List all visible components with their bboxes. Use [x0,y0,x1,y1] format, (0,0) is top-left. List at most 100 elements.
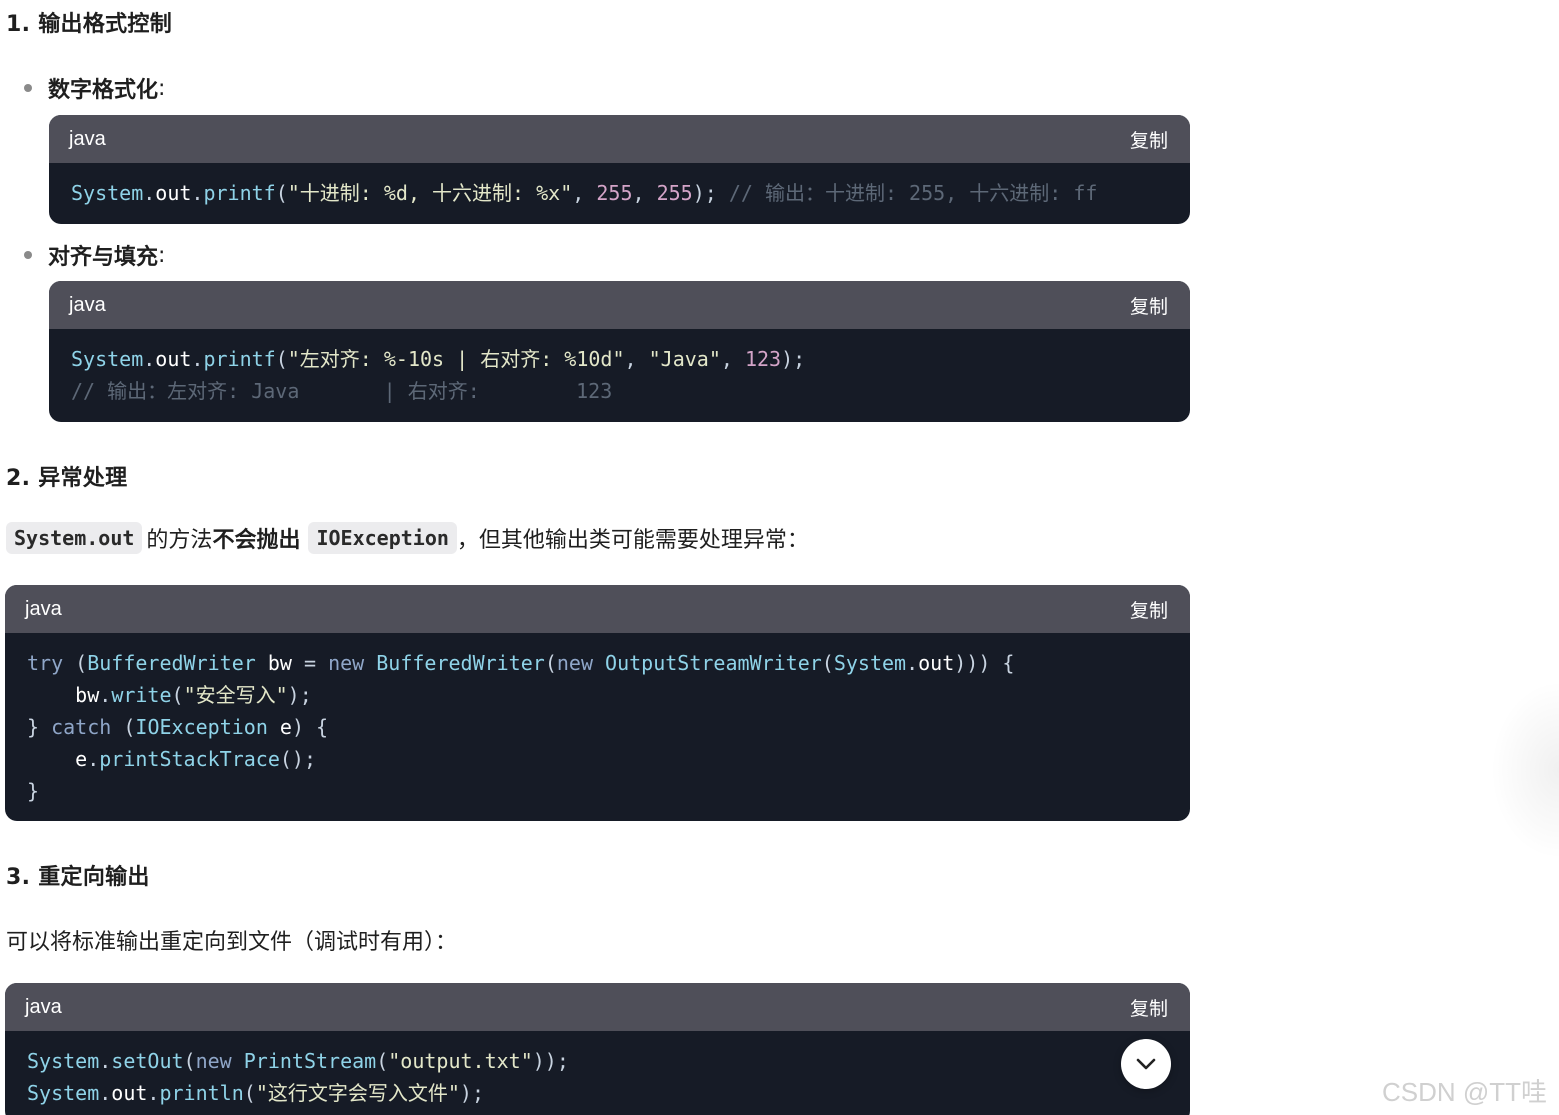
code-token: out [155,347,192,371]
code-block-redirect: java 复制 System.setOut(new PrintStream("o… [5,983,1190,1115]
bullet-alignment-padding: 对齐与填充: [24,239,165,271]
code-token: System [71,181,144,205]
code-token: new [195,1049,232,1073]
code-token: ))) { [954,651,1015,675]
code-token: write [111,683,172,707]
code-token: ( [275,347,288,371]
code-token: e [75,747,88,771]
edge-shadow [1490,680,1559,860]
code-token: printf [203,347,276,371]
code-token: ( [171,683,184,707]
code-token: . [147,1081,160,1105]
code-language-label: java [25,995,62,1018]
code-token: "output.txt" [388,1049,533,1073]
code-header: java 复制 [5,585,1190,633]
code-token: . [143,181,156,205]
code-token: e [279,715,292,739]
code-token: try [27,651,64,675]
code-line: } catch (IOException e) { [27,711,1168,743]
code-token: } [27,779,40,803]
code-token: setOut [111,1049,184,1073]
code-token: // 输出：十进制: 255, 十六进制: ff [728,181,1098,205]
code-token: // 输出：左对齐: Java | 右对齐: 123 [71,379,613,403]
code-line: System.setOut(new PrintStream("output.tx… [27,1045,1168,1077]
inline-code-system-out: System.out [6,522,143,554]
code-token: "安全写入" [183,683,288,707]
code-token: . [143,347,156,371]
code-header: java 复制 [49,115,1190,163]
code-token: . [99,1081,112,1105]
page: 1. 输出格式控制 数字格式化: java 复制 System.out.prin… [0,0,1559,1115]
code-line: e.printStackTrace(); [27,743,1168,775]
code-token: printStackTrace [99,747,280,771]
code-token: new [556,651,593,675]
code-token: out [155,181,192,205]
code-token: "这行文字会写入文件" [255,1081,460,1105]
code-line: try (BufferedWriter bw = new BufferedWri… [27,647,1168,679]
code-line: System.out.println("这行文字会写入文件"); [27,1077,1168,1109]
chevron-down-icon [1136,1058,1156,1070]
watermark: CSDN @TT哇 [1382,1077,1548,1107]
code-token: ( [183,1049,196,1073]
code-token: System [833,651,907,675]
code-token: new [328,651,365,675]
code-token: ( [275,181,288,205]
code-token: ); [781,347,806,371]
code-line: } [27,775,1168,807]
bullet-label: 数字格式化 [48,78,159,103]
code-token: 255 [596,181,633,205]
code-token: . [191,181,204,205]
code-body: System.setOut(new PrintStream("output.tx… [5,1031,1190,1115]
paragraph-text: ，但其他输出类可能需要处理异常： [456,528,809,553]
code-body: System.out.printf("左对齐: %-10s | 右对齐: %10… [49,329,1190,422]
code-line: System.out.printf("十进制: %d, 十六进制: %x", 2… [71,177,1168,209]
code-token: out [111,1081,148,1105]
code-block-number-format: java 复制 System.out.printf("十进制: %d, 十六进制… [49,115,1190,224]
bullet-label: 对齐与填充 [48,245,159,270]
code-token: printf [203,181,276,205]
bullet-suffix: : [158,242,166,268]
code-body: System.out.printf("十进制: %d, 十六进制: %x", 2… [49,163,1190,224]
copy-button[interactable]: 复制 [1130,994,1168,1021]
code-token: , [632,181,657,205]
code-token: = [291,651,329,675]
code-token: "Java" [648,347,721,371]
paragraph-bold-text: 不会抛出 [212,528,301,553]
copy-button[interactable]: 复制 [1130,126,1168,153]
code-token: , [572,181,597,205]
code-token: OutputStreamWriter [605,651,822,675]
code-body: try (BufferedWriter bw = new BufferedWri… [5,633,1190,821]
paragraph-text: 的方法 [146,528,213,553]
code-language-label: java [69,293,106,316]
code-token: ( [63,651,88,675]
code-token: ( [544,651,557,675]
section-heading-output-format: 1. 输出格式控制 [6,12,173,37]
code-token: "十进制: %d, 十六进制: %x" [287,181,573,205]
code-token: catch [51,715,112,739]
code-line: // 输出：左对齐: Java | 右对齐: 123 [71,375,1168,407]
paragraph-text: 可以将标准输出重定向到文件（调试时有用）： [6,930,458,955]
code-block-exception: java 复制 try (BufferedWriter bw = new Buf… [5,585,1190,821]
code-token: bw [267,651,292,675]
code-line: bw.write("安全写入"); [27,679,1168,711]
code-token: ( [111,715,136,739]
code-token: ) { [291,715,329,739]
code-token: )); [532,1049,569,1073]
code-token: PrintStream [243,1049,377,1073]
copy-button[interactable]: 复制 [1130,292,1168,319]
paragraph-redirect: 可以将标准输出重定向到文件（调试时有用）： [6,924,457,956]
scroll-down-button[interactable] [1121,1039,1171,1089]
code-token: . [87,747,100,771]
code-token: ); [459,1081,484,1105]
code-header: java 复制 [49,281,1190,329]
code-token: IOException [135,715,268,739]
code-token: System [27,1081,100,1105]
code-token: ( [821,651,834,675]
inline-code-ioexception: IOException [308,522,457,554]
copy-button[interactable]: 复制 [1130,596,1168,623]
